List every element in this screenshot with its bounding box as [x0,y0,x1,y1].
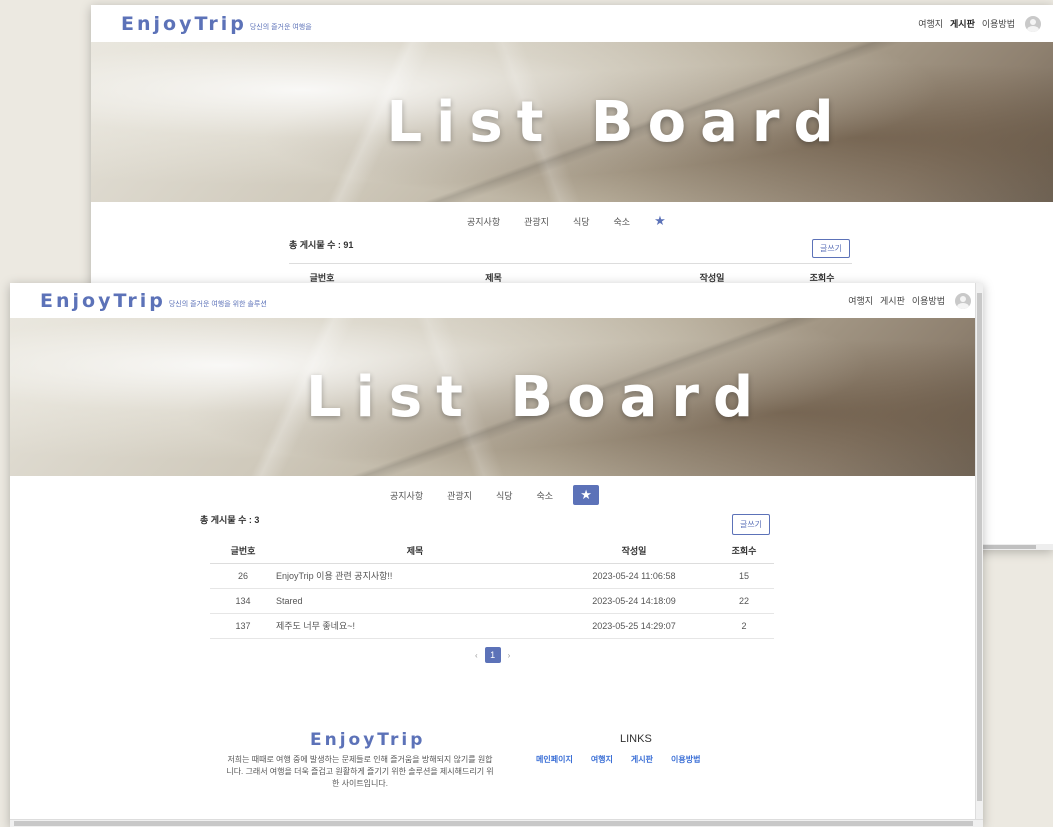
cell-date: 2023-05-25 14:29:07 [554,613,714,639]
table-row[interactable]: 137 제주도 너무 좋네요~! 2023-05-25 14:29:07 2 [210,613,774,639]
nav-board[interactable]: 게시판 [880,294,905,307]
board-table: 글번호 제목 작성일 조회수 26 EnjoyTrip 이용 관련 공지사항!!… [210,538,774,639]
total-posts: 총 게시물 수 : 91 [289,240,354,250]
next-page-button[interactable]: › [508,651,511,660]
write-button[interactable]: 글쓰기 [732,514,770,535]
cell-title-link[interactable]: EnjoyTrip 이용 관련 공지사항!! [276,563,554,589]
cell-title-link[interactable]: Stared [276,588,554,614]
nav-guide[interactable]: 이용방법 [912,294,945,307]
cell-date: 2023-05-24 11:06:58 [554,563,714,589]
footer-link-main[interactable]: 메인페이지 [536,754,573,765]
tab-restaurants[interactable]: 식당 [484,485,525,505]
nav-destinations[interactable]: 여행지 [918,17,943,30]
write-button[interactable]: 글쓰기 [812,239,850,258]
footer-links: 메인페이지 여행지 게시판 이용방법 [536,754,700,765]
footer-links-title: LINKS [620,733,652,745]
logo[interactable]: EnjoyTrip 당신의 즐거운 여행을 위한 솔루션 [40,290,267,312]
table-header-row: 글번호 제목 작성일 조회수 [210,538,774,564]
tab-attractions[interactable]: 관광지 [512,211,561,231]
category-tabs: 공지사항 관광지 식당 숙소 ★ [455,211,678,231]
footer-logo[interactable]: EnjoyTrip [310,730,425,750]
category-tabs: 공지사항 관광지 식당 숙소 ★ [378,485,600,505]
top-nav: 여행지 게시판 이용방법 [848,292,971,309]
tab-lodging[interactable]: 숙소 [602,211,643,231]
cell-views: 2 [714,613,774,639]
avatar-icon[interactable] [1025,15,1041,32]
hero-title: List Board [386,89,848,155]
footer-description: 저희는 때때로 여행 중에 발생하는 문제들로 인해 즐거움을 방해되지 않기를… [226,755,494,788]
column-header-title: 제목 [276,538,554,564]
scrollbar-thumb[interactable] [977,293,982,801]
cell-no: 26 [210,563,276,589]
header: EnjoyTrip 당신의 즐거운 여행을 여행지 게시판 이용방법 [91,5,1053,42]
star-icon[interactable]: ★ [642,211,678,231]
column-header-no: 글번호 [210,538,276,564]
vertical-scrollbar[interactable] [975,283,983,819]
logo[interactable]: EnjoyTrip 당신의 즐거운 여행을 [121,13,312,35]
footer-link-destinations[interactable]: 여행지 [591,754,613,765]
cell-title-link[interactable]: 제주도 너무 좋네요~! [276,613,554,639]
tab-lodging[interactable]: 숙소 [525,485,566,505]
table-row[interactable]: 26 EnjoyTrip 이용 관련 공지사항!! 2023-05-24 11:… [210,563,774,589]
tab-notice[interactable]: 공지사항 [378,485,435,505]
tab-attractions[interactable]: 관광지 [435,485,484,505]
hero-banner: List Board [10,318,983,476]
star-icon[interactable]: ★ [573,485,600,505]
column-header-views: 조회수 [714,538,774,564]
tab-restaurants[interactable]: 식당 [561,211,602,231]
nav-board[interactable]: 게시판 [950,17,975,30]
nav-guide[interactable]: 이용방법 [982,17,1015,30]
prev-page-button[interactable]: ‹ [475,651,478,660]
footer-link-guide[interactable]: 이용방법 [671,754,700,765]
column-header-date: 작성일 [554,538,714,564]
footer-link-board[interactable]: 게시판 [631,754,653,765]
header: EnjoyTrip 당신의 즐거운 여행을 위한 솔루션 여행지 게시판 이용방… [10,283,983,318]
cell-views: 22 [714,588,774,614]
logo-tagline: 당신의 즐거운 여행을 [249,23,312,31]
cell-no: 137 [210,613,276,639]
cell-views: 15 [714,563,774,589]
horizontal-scrollbar[interactable] [10,819,983,827]
avatar-icon[interactable] [955,292,971,309]
total-posts: 총 게시물 수 : 3 [200,515,260,525]
hero-banner: List Board [91,42,1053,202]
scrollbar-thumb[interactable] [14,821,973,826]
logo-tagline: 당신의 즐거운 여행을 위한 솔루션 [168,300,267,308]
cell-no: 134 [210,588,276,614]
nav-destinations[interactable]: 여행지 [848,294,873,307]
cell-date: 2023-05-24 14:18:09 [554,588,714,614]
logo-text: EnjoyTrip [121,12,247,35]
tab-notice[interactable]: 공지사항 [455,211,512,231]
page-1-button[interactable]: 1 [484,647,501,663]
front-browser-window: EnjoyTrip 당신의 즐거운 여행을 위한 솔루션 여행지 게시판 이용방… [10,283,983,827]
pagination: ‹ 1 › [475,647,510,663]
logo-text: EnjoyTrip [40,289,166,312]
hero-title: List Board [305,364,768,430]
top-nav: 여행지 게시판 이용방법 [918,15,1041,32]
table-row[interactable]: 134 Stared 2023-05-24 14:18:09 22 [210,588,774,614]
